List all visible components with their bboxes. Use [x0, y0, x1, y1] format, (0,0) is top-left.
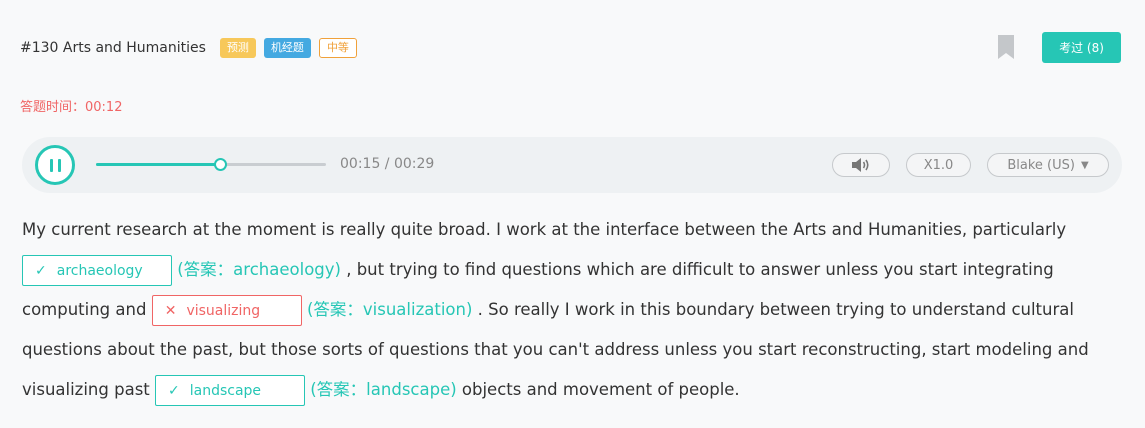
blank-input-3[interactable]: ✓ landscape [155, 375, 305, 406]
playback-time: 00:15 / 00:29 [340, 156, 435, 172]
question-header: #130 Arts and Humanities 预测 机经题 中等 [20, 36, 365, 60]
blank-value: visualizing [186, 302, 261, 319]
speed-button[interactable]: X1.0 [906, 153, 971, 177]
passage: My current research at the moment is rea… [22, 210, 1122, 410]
blank-input-1[interactable]: ✓ archaeology [22, 255, 172, 286]
correct-answer: (答案：visualization) [306, 300, 473, 319]
check-icon: ✓ [35, 262, 47, 279]
pause-icon[interactable] [35, 145, 75, 185]
volume-button[interactable] [832, 153, 890, 177]
progress-knob[interactable] [214, 158, 228, 171]
blank-value: archaeology [56, 262, 143, 279]
caret-down-icon: ▼ [1080, 159, 1089, 171]
tag-predict: 预测 [219, 38, 256, 58]
passage-text: My current research at the moment is rea… [22, 220, 1067, 239]
question-title: #130 Arts and Humanities [20, 40, 206, 56]
blank-input-2[interactable]: ✕ visualizing [151, 295, 302, 326]
voice-select[interactable]: Blake (US) ▼ [987, 153, 1109, 177]
cross-icon: ✕ [164, 302, 177, 319]
passage-text: objects and movement of people. [456, 380, 740, 399]
volume-icon [852, 158, 869, 172]
bookmark-icon[interactable] [998, 35, 1014, 59]
correct-answer: (答案：archaeology) [177, 260, 341, 279]
tag-machine-question: 机经题 [263, 38, 311, 58]
check-icon: ✓ [168, 382, 180, 399]
progress-slider[interactable] [96, 158, 326, 171]
blank-value: landscape [189, 382, 262, 399]
tag-difficulty: 中等 [318, 38, 357, 58]
answer-timer: 答题时间：00:12 [20, 100, 123, 115]
correct-answer: (答案：landscape) [310, 380, 457, 399]
progress-fill [96, 163, 221, 166]
exam-taken-button[interactable]: 考过 (8) [1042, 32, 1121, 63]
audio-player: 00:15 / 00:29 X1.0 Blake (US) ▼ [22, 137, 1122, 193]
voice-label: Blake (US) [1007, 157, 1075, 173]
